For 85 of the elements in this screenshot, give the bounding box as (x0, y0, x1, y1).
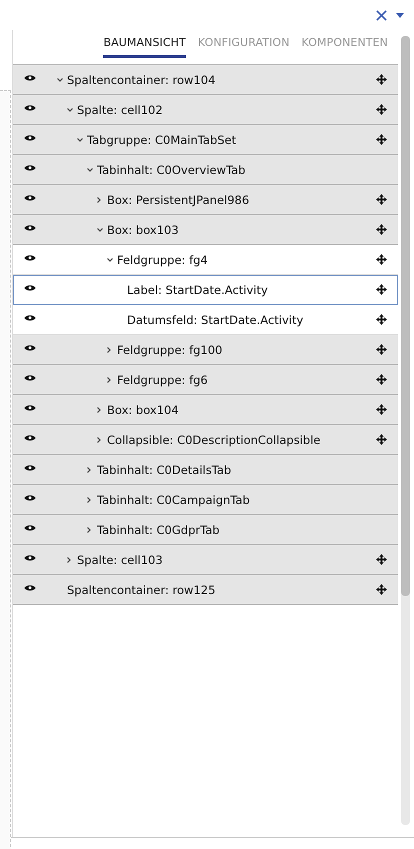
move-icon[interactable] (376, 134, 387, 145)
eye-icon[interactable] (24, 494, 36, 502)
move-icon[interactable] (376, 104, 387, 115)
chevron-right-icon[interactable] (87, 466, 91, 472)
tree-row[interactable]: Spaltencontainer: row104 (13, 65, 398, 95)
node-label: Feldgruppe: fg4 (117, 252, 209, 266)
node-label: Tabinhalt: C0CampaignTab (97, 492, 251, 506)
node-label: Feldgruppe: fg6 (117, 372, 209, 386)
eye-icon[interactable] (24, 104, 36, 112)
tree-row[interactable]: Tabinhalt: C0CampaignTab (13, 485, 398, 515)
tree-row[interactable]: Box: box104 (13, 395, 398, 425)
move-icon[interactable] (376, 554, 387, 565)
tree-row[interactable]: Box: PersistentJPanel986 (13, 185, 398, 215)
tree-row[interactable]: Spalte: cell102 (13, 95, 398, 125)
tree-row[interactable]: Collapsible: C0DescriptionCollapsible (13, 425, 398, 455)
node-label: Spalte: cell102 (77, 102, 164, 116)
eye-icon[interactable] (24, 164, 36, 172)
node-label: Collapsible: C0DescriptionCollapsible (107, 432, 322, 446)
node-label: Tabinhalt: C0DetailsTab (97, 462, 232, 476)
node-label: Spaltencontainer: row125 (67, 582, 216, 596)
tab[interactable]: BAUMANSICHT (103, 36, 186, 58)
move-icon[interactable] (376, 434, 387, 445)
node-label: Spaltencontainer: row104 (67, 72, 216, 86)
dropdown-icon[interactable] (396, 12, 404, 18)
chevron-down-icon[interactable] (57, 78, 63, 82)
tree-row[interactable]: Spalte: cell103 (13, 545, 398, 575)
chevron-right-icon[interactable] (87, 496, 91, 502)
move-icon[interactable] (376, 344, 387, 355)
move-icon[interactable] (376, 254, 387, 265)
chevron-right-icon[interactable] (97, 436, 101, 442)
node-label: Box: box103 (107, 222, 180, 236)
chevron-right-icon[interactable] (97, 406, 101, 412)
eye-icon[interactable] (24, 584, 36, 592)
chevron-right-icon[interactable] (67, 556, 71, 562)
chevron-down-icon[interactable] (77, 138, 83, 142)
tree-row[interactable]: Tabgruppe: C0MainTabSet (13, 125, 398, 155)
eye-icon[interactable] (24, 344, 36, 352)
node-label: Feldgruppe: fg100 (117, 342, 224, 356)
node-label: Spalte: cell103 (77, 552, 164, 566)
chevron-right-icon[interactable] (87, 526, 91, 532)
node-label: Datumsfeld: StartDate.Activity (127, 312, 304, 326)
chevron-down-icon[interactable] (87, 168, 93, 172)
tree-row[interactable]: Tabinhalt: C0OverviewTab (13, 155, 398, 185)
tree-row[interactable]: Label: StartDate.Activity (13, 275, 398, 305)
tree-row[interactable]: Feldgruppe: fg100 (13, 335, 398, 365)
eye-icon[interactable] (24, 194, 36, 202)
chevron-down-icon[interactable] (67, 108, 73, 112)
tree-row[interactable]: Feldgruppe: fg6 (13, 365, 398, 395)
node-label: Tabgruppe: C0MainTabSet (87, 132, 238, 146)
tree-row[interactable]: Tabinhalt: C0DetailsTab (13, 455, 398, 485)
eye-icon[interactable] (24, 464, 36, 472)
move-icon[interactable] (376, 584, 387, 595)
move-icon[interactable] (376, 404, 387, 415)
move-icon[interactable] (376, 314, 387, 325)
node-label: Label: StartDate.Activity (127, 282, 269, 296)
move-icon[interactable] (376, 74, 387, 85)
eye-icon[interactable] (24, 554, 36, 562)
eye-icon[interactable] (24, 404, 36, 412)
eye-icon[interactable] (24, 74, 36, 82)
move-icon[interactable] (376, 374, 387, 385)
close-icon[interactable] (376, 10, 387, 20)
chevron-right-icon[interactable] (107, 376, 111, 382)
tree-row[interactable]: Tabinhalt: C0GdprTab (13, 515, 398, 545)
chevron-right-icon[interactable] (97, 196, 101, 202)
chevron-right-icon[interactable] (107, 346, 111, 352)
eye-icon[interactable] (24, 524, 36, 532)
eye-icon[interactable] (24, 254, 36, 262)
node-label: Tabinhalt: C0OverviewTab (97, 162, 246, 176)
move-icon[interactable] (376, 284, 387, 295)
tree-row[interactable]: Box: box103 (13, 215, 398, 245)
eye-icon[interactable] (24, 374, 36, 382)
chevron-down-icon[interactable] (97, 228, 103, 232)
eye-icon[interactable] (24, 134, 36, 142)
chevron-down-icon[interactable] (107, 258, 113, 262)
node-label: Tabinhalt: C0GdprTab (97, 522, 221, 536)
scrollbar[interactable] (401, 36, 410, 825)
tree-row[interactable]: Spaltencontainer: row125 (13, 575, 398, 605)
node-label: Box: PersistentJPanel986 (107, 192, 250, 206)
move-icon[interactable] (376, 224, 387, 235)
node-label: Box: box104 (107, 402, 180, 416)
eye-icon[interactable] (24, 284, 36, 292)
move-icon[interactable] (376, 194, 387, 205)
eye-icon[interactable] (24, 314, 36, 322)
eye-icon[interactable] (24, 434, 36, 442)
eye-icon[interactable] (24, 224, 36, 232)
